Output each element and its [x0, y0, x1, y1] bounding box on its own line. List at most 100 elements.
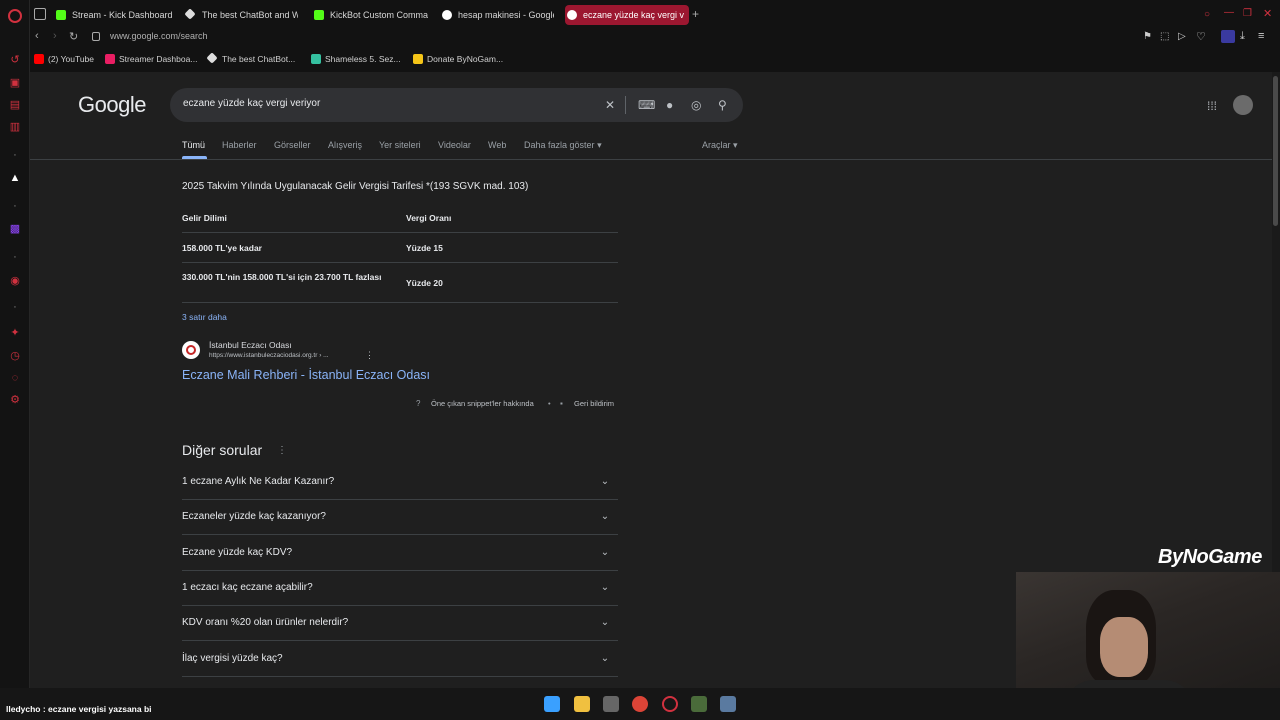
paa-question[interactable]: 1 eczacı kaç eczane açabilir? [182, 582, 313, 593]
row-divider [182, 676, 618, 677]
tab-all[interactable]: Tümü [182, 140, 205, 150]
back-button[interactable]: ‹ [35, 30, 39, 42]
kick-icon [56, 10, 66, 20]
tab-label: The best ChatBot and W [202, 10, 298, 20]
tab-shopping[interactable]: Alışveriş [328, 140, 362, 150]
scrollbar-thumb[interactable] [1273, 76, 1278, 226]
store-icon[interactable] [603, 696, 619, 712]
back-icon[interactable]: ↺ [8, 53, 22, 67]
row-divider [182, 232, 618, 233]
about-snippets-link[interactable]: Öne çıkan snippet'ler hakkında [431, 399, 534, 408]
feedback-icon: ▪ [560, 399, 563, 408]
mic-icon[interactable]: ● [666, 98, 673, 112]
chevron-down-icon[interactable]: ⌄ [598, 581, 612, 595]
history-icon[interactable]: ◷ [8, 349, 22, 363]
google-icon [567, 10, 577, 20]
lens-icon[interactable]: ◎ [691, 98, 701, 112]
tab-chatbot[interactable]: The best ChatBot and W [184, 5, 298, 25]
feedback-link[interactable]: Geri bildirim [574, 399, 614, 408]
bookmark-shameless[interactable]: Shameless 5. Sez... [311, 52, 401, 66]
chrome-icon[interactable] [632, 696, 648, 712]
play-icon[interactable]: ▷ [1178, 31, 1186, 42]
paa-question[interactable]: 1 eczane Aylık Ne Kadar Kazanır? [182, 476, 334, 487]
reload-icon[interactable]: ↻ [69, 30, 78, 43]
tab-more-label: Daha fazla göster [524, 140, 595, 150]
pin-icon[interactable]: ⚑ [1143, 31, 1152, 42]
minimize-icon[interactable]: — [1224, 7, 1234, 18]
chevron-down-icon[interactable]: ⌄ [598, 652, 612, 666]
bookmark-label: Donate ByNoGam... [427, 54, 504, 64]
pin-icon[interactable]: ✦ [8, 326, 22, 340]
file-explorer-icon[interactable] [574, 696, 590, 712]
heart-icon[interactable]: ♡ [1196, 30, 1206, 43]
bookmark-youtube[interactable]: (2) YouTube [34, 52, 94, 66]
keyboard-icon[interactable]: ⌨ [638, 98, 655, 112]
divider3-icon: · [13, 251, 17, 263]
new-tab-button[interactable]: + [692, 8, 699, 20]
clear-icon[interactable]: ✕ [605, 98, 615, 112]
more-options-icon[interactable]: ⋮ [365, 350, 374, 361]
tab-kickbot[interactable]: KickBot Custom Comman [312, 5, 428, 25]
google-icon [442, 10, 452, 20]
search-tabs-icon[interactable]: ○ [1204, 9, 1210, 20]
maximize-icon[interactable]: ❐ [1243, 8, 1252, 19]
tab-more[interactable]: Daha fazla göster ▾ [524, 140, 602, 151]
messenger-icon[interactable]: ▤ [8, 98, 22, 112]
result-link[interactable]: Eczane Mali Rehberi - İstanbul Eczacı Od… [182, 368, 430, 382]
aria-icon[interactable]: ▲ [8, 171, 22, 185]
tab-places[interactable]: Yer siteleri [379, 140, 421, 150]
calculator-icon[interactable] [720, 696, 736, 712]
tab-videos[interactable]: Videolar [438, 140, 471, 150]
tab-overview-icon[interactable] [34, 8, 46, 20]
google-logo[interactable]: Google [78, 92, 146, 118]
tab-active[interactable]: eczane yüzde kaç vergi v [565, 5, 689, 25]
search-icon[interactable]: ⚲ [718, 98, 727, 112]
app-icon[interactable] [691, 696, 707, 712]
avatar[interactable] [1233, 95, 1253, 115]
tab-images[interactable]: Görseller [274, 140, 311, 150]
more-rows-link[interactable]: 3 satır daha [182, 312, 227, 322]
extension-icon[interactable] [1221, 30, 1235, 43]
menu-icon[interactable]: ≡ [1258, 30, 1264, 42]
row-divider [182, 262, 618, 263]
source-name[interactable]: İstanbul Eczacı Odası [209, 340, 292, 350]
search-box[interactable]: eczane yüzde kaç vergi veriyor ✕ ⌨ ● ◎ ⚲ [170, 88, 743, 122]
twitch-icon[interactable]: ▩ [8, 222, 22, 236]
tools-button[interactable]: Araçlar ▾ [702, 140, 738, 151]
kickbot-icon [314, 10, 324, 20]
chevron-down-icon[interactable]: ⌄ [598, 546, 612, 560]
paa-question[interactable]: KDV oranı %20 olan ürünler nelerdir? [182, 617, 348, 628]
chevron-down-icon[interactable]: ⌄ [598, 510, 612, 524]
tab-news[interactable]: Haberler [222, 140, 257, 150]
windows-start-icon[interactable] [544, 696, 560, 712]
apps-icon[interactable]: ⁞⁞⁞ [1207, 99, 1217, 113]
player-icon[interactable]: ◉ [8, 274, 22, 288]
opera-logo-icon[interactable] [8, 9, 22, 23]
snapshot-icon[interactable]: ⬚ [1160, 31, 1169, 42]
mail-icon[interactable]: ▥ [8, 120, 22, 134]
settings-icon[interactable]: ⚙ [8, 393, 22, 407]
forward-button[interactable]: › [53, 30, 57, 42]
opera-icon[interactable] [662, 696, 678, 712]
url-field[interactable]: www.google.com/search [110, 31, 208, 41]
chevron-down-icon[interactable]: ⌄ [598, 475, 612, 489]
table-cell: 330.000 TL'nin 158.000 TL'si için 23.700… [182, 272, 382, 282]
paa-question[interactable]: Eczaneler yüzde kaç kazanıyor? [182, 511, 326, 522]
wallet-icon[interactable]: ▣ [8, 76, 22, 90]
paa-question[interactable]: İlaç vergisi yüzde kaç? [182, 653, 283, 664]
search-input[interactable]: eczane yüzde kaç vergi veriyor [183, 98, 320, 109]
tab-web[interactable]: Web [488, 140, 506, 150]
chat-icon[interactable]: ◌ [8, 371, 22, 385]
chevron-down-icon[interactable]: ⌄ [598, 616, 612, 630]
close-icon[interactable]: ✕ [1263, 7, 1272, 20]
bookmark-chatbot[interactable]: The best ChatBot... [206, 52, 295, 66]
tab-kick[interactable]: Stream - Kick Dashboard [54, 5, 174, 25]
paa-menu-icon[interactable]: ⋮ [277, 445, 287, 456]
bookmark-donate[interactable]: Donate ByNoGam... [413, 52, 503, 66]
bookmark-streamer[interactable]: Streamer Dashboa... [105, 52, 197, 66]
paa-question[interactable]: Eczane yüzde kaç KDV? [182, 547, 292, 558]
tab-hesap[interactable]: hesap makinesi - Google [440, 5, 554, 25]
download-icon[interactable]: ⤓ [1240, 30, 1245, 43]
source-url[interactable]: https://www.istanbuleczaciodasi.org.tr ›… [209, 352, 329, 359]
dropdown-icon: ▾ [733, 140, 738, 150]
